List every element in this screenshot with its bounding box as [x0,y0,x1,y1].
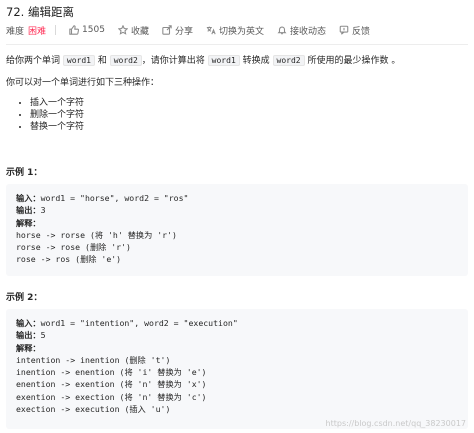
favorite-label: 收藏 [130,26,149,37]
explanation-step: intention -> inention (删除 't') [16,354,171,365]
like-button[interactable]: 1505 [69,25,105,35]
share-button[interactable]: 分享 [162,24,193,37]
explanation-label: 解释： [16,342,41,353]
switch-language-button[interactable]: 切换为英文 [206,24,264,37]
code-word2: word2 [109,55,142,66]
list-item: 替换一个字符 [30,121,84,133]
statement-text: 所使用的最少操作数 。 [304,56,401,66]
operations-intro: 你可以对一个单词进行如下三种操作： [6,78,160,88]
explanation-step: inention -> enention (将 'i' 替换为 'e') [16,367,207,378]
feedback-icon [339,25,349,35]
explanation-step: enention -> exention (将 'n' 替换为 'x') [16,379,207,390]
example-input: word1 = "horse", word2 = "ros" [40,193,189,203]
example-2-block: 输入：word1 = "intention", word2 = "executi… [6,309,468,429]
code-word1: word1 [62,55,95,66]
notify-label: 接收动态 [289,26,326,37]
watermark: https://blog.csdn.net/qq_38230017 [325,419,466,428]
feedback-label: 反馈 [352,26,371,37]
bell-icon [277,26,287,35]
header-separator [6,44,468,45]
explanation-step: rose -> ros (删除 'e') [16,254,122,265]
list-item: 删除一个字符 [30,109,84,121]
example-1-title: 示例 1： [6,168,43,178]
example-output: 3 [40,205,46,216]
difficulty-label: 难度 [6,26,25,37]
translate-icon [206,26,216,35]
explanation-label: 解释： [16,217,41,228]
output-label: 输出： [16,205,41,216]
explanation-step: exection -> execution (插入 'u') [16,404,171,415]
feedback-button[interactable]: 反馈 [339,24,370,37]
problem-meta-bar: 难度 困难 1505 收藏 分享 切换为英文 接收动态 反馈 [6,23,383,37]
explanation-step: rorse -> rose (删除 'r') [16,242,131,253]
star-icon [117,25,128,35]
statement-text: ，请你计算出将 [141,56,208,66]
input-label: 输入： [16,193,41,203]
example-1-block: 输入：word1 = "horse", word2 = "ros" 输出：3 解… [6,184,468,276]
operations-list: 插入一个字符 删除一个字符 替换一个字符 [6,97,84,133]
explanation-step: exention -> exection (将 'n' 替换为 'c') [16,391,207,402]
example-input: word1 = "intention", word2 = "execution" [40,318,238,328]
explanation-step: horse -> rorse (将 'h' 替换为 'r') [16,229,177,240]
notify-button[interactable]: 接收动态 [277,24,326,37]
input-label: 输入： [16,318,41,328]
statement-text: 给你两个单词 [6,56,63,66]
example-output: 5 [40,330,46,341]
example-2-title: 示例 2： [6,293,43,303]
code-word2: word2 [272,55,305,66]
share-label: 分享 [174,26,193,37]
statement-text: 转换成 [239,56,273,66]
thumbs-up-icon [69,25,80,35]
switch-language-label: 切换为英文 [218,26,264,37]
share-icon [162,25,172,35]
favorite-button[interactable]: 收藏 [117,24,149,37]
list-item: 插入一个字符 [30,97,84,109]
meta-divider [55,25,57,35]
statement-text: 和 [94,56,110,66]
code-word1: word1 [207,55,240,66]
difficulty-badge: 困难 [28,26,47,37]
output-label: 输出： [16,330,41,341]
like-count: 1505 [82,25,105,35]
problem-title: 72. 编辑距离 [6,5,74,19]
problem-statement: 给你两个单词 word1 和 word2 ，请你计算出将 word1 转换成 wo… [6,53,400,66]
